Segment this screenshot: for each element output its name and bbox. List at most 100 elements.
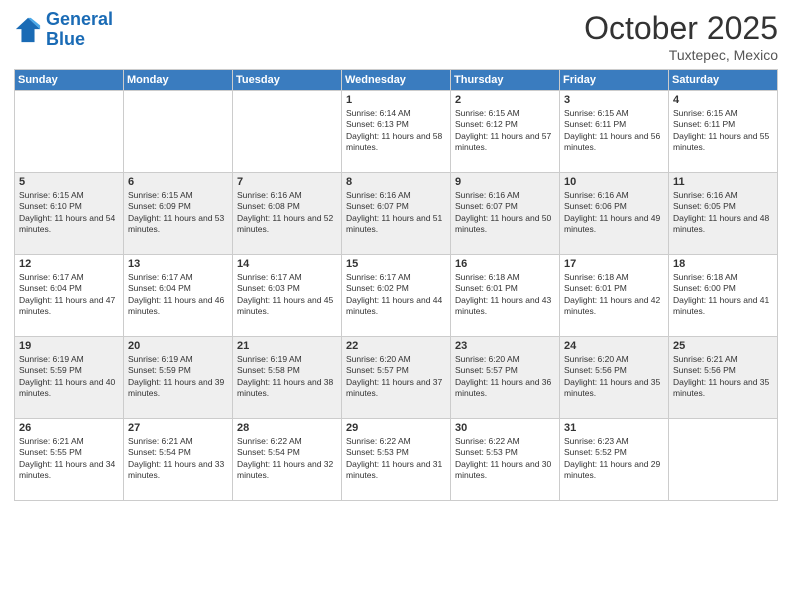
calendar-cell-1-6: 11 Sunrise: 6:16 AM Sunset: 6:05 PM Dayli… — [669, 173, 778, 255]
day-number: 6 — [128, 176, 228, 188]
week-row-2: 5Sunrise: 6:15 AM Sunset: 6:10 PM Daylig… — [15, 173, 778, 255]
day-number: 26 — [19, 422, 119, 434]
day-number: 20 — [128, 340, 228, 352]
location-subtitle: Tuxtepec, Mexico — [584, 47, 778, 63]
day-number: 11 — [673, 176, 773, 188]
calendar-cell-4-6 — [669, 419, 778, 501]
logo: General Blue — [14, 10, 113, 50]
calendar-cell-2-4: 16 Sunrise: 6:18 AM Sunset: 6:01 PM Dayli… — [451, 255, 560, 337]
calendar-cell-0-4: 2 Sunrise: 6:15 AM Sunset: 6:12 PM Daylig… — [451, 91, 560, 173]
day-number: 19 — [19, 340, 119, 352]
day-info: Sunrise: 6:18 AM Sunset: 6:01 PM Dayligh… — [455, 272, 555, 318]
day-info: Sunrise: 6:15 AM Sunset: 6:12 PM Dayligh… — [455, 108, 555, 154]
day-number: 13 — [128, 258, 228, 270]
day-number: 3 — [564, 94, 664, 106]
calendar-cell-1-1: 6 Sunrise: 6:15 AM Sunset: 6:09 PM Daylig… — [124, 173, 233, 255]
day-info: Sunrise: 6:16 AM Sunset: 6:08 PM Dayligh… — [237, 190, 337, 236]
week-row-1: 1 Sunrise: 6:14 AM Sunset: 6:13 PM Daylig… — [15, 91, 778, 173]
calendar-cell-4-4: 30 Sunrise: 6:22 AM Sunset: 5:53 PM Dayli… — [451, 419, 560, 501]
calendar-cell-2-2: 14 Sunrise: 6:17 AM Sunset: 6:03 PM Dayli… — [233, 255, 342, 337]
week-row-3: 12 Sunrise: 6:17 AM Sunset: 6:04 PM Dayli… — [15, 255, 778, 337]
calendar-cell-2-5: 17 Sunrise: 6:18 AM Sunset: 6:01 PM Dayli… — [560, 255, 669, 337]
calendar-cell-2-6: 18 Sunrise: 6:18 AM Sunset: 6:00 PM Dayli… — [669, 255, 778, 337]
calendar-cell-4-2: 28 Sunrise: 6:22 AM Sunset: 5:54 PM Dayli… — [233, 419, 342, 501]
day-number: 4 — [673, 94, 773, 106]
col-tuesday: Tuesday — [233, 70, 342, 91]
day-info: Sunrise: 6:17 AM Sunset: 6:03 PM Dayligh… — [237, 272, 337, 318]
day-number: 22 — [346, 340, 446, 352]
day-info: Sunrise: 6:20 AM Sunset: 5:57 PM Dayligh… — [455, 354, 555, 400]
day-info: Sunrise: 6:18 AM Sunset: 6:00 PM Dayligh… — [673, 272, 773, 318]
calendar-cell-3-5: 24Sunrise: 6:20 AM Sunset: 5:56 PM Dayli… — [560, 337, 669, 419]
day-number: 17 — [564, 258, 664, 270]
day-info: Sunrise: 6:15 AM Sunset: 6:11 PM Dayligh… — [673, 108, 773, 154]
calendar-cell-0-5: 3 Sunrise: 6:15 AM Sunset: 6:11 PM Daylig… — [560, 91, 669, 173]
day-number: 27 — [128, 422, 228, 434]
day-info: Sunrise: 6:15 AM Sunset: 6:09 PM Dayligh… — [128, 190, 228, 236]
day-info: Sunrise: 6:22 AM Sunset: 5:53 PM Dayligh… — [346, 436, 446, 482]
day-info: Sunrise: 6:15 AM Sunset: 6:11 PM Dayligh… — [564, 108, 664, 154]
day-number: 30 — [455, 422, 555, 434]
calendar-cell-1-2: 7 Sunrise: 6:16 AM Sunset: 6:08 PM Daylig… — [233, 173, 342, 255]
logo-icon — [14, 16, 42, 44]
calendar-cell-0-6: 4 Sunrise: 6:15 AM Sunset: 6:11 PM Daylig… — [669, 91, 778, 173]
day-number: 25 — [673, 340, 773, 352]
calendar-cell-0-3: 1 Sunrise: 6:14 AM Sunset: 6:13 PM Daylig… — [342, 91, 451, 173]
day-number: 1 — [346, 94, 446, 106]
day-number: 29 — [346, 422, 446, 434]
week-row-5: 26Sunrise: 6:21 AM Sunset: 5:55 PM Dayli… — [15, 419, 778, 501]
calendar-cell-1-4: 9 Sunrise: 6:16 AM Sunset: 6:07 PM Daylig… — [451, 173, 560, 255]
day-number: 2 — [455, 94, 555, 106]
day-number: 23 — [455, 340, 555, 352]
header: General Blue October 2025 Tuxtepec, Mexi… — [14, 10, 778, 63]
col-thursday: Thursday — [451, 70, 560, 91]
day-info: Sunrise: 6:14 AM Sunset: 6:13 PM Dayligh… — [346, 108, 446, 154]
day-number: 8 — [346, 176, 446, 188]
title-block: October 2025 Tuxtepec, Mexico — [584, 10, 778, 63]
calendar-cell-3-4: 23 Sunrise: 6:20 AM Sunset: 5:57 PM Dayli… — [451, 337, 560, 419]
calendar-cell-1-5: 10Sunrise: 6:16 AM Sunset: 6:06 PM Dayli… — [560, 173, 669, 255]
day-info: Sunrise: 6:17 AM Sunset: 6:04 PM Dayligh… — [19, 272, 119, 318]
day-number: 7 — [237, 176, 337, 188]
day-number: 16 — [455, 258, 555, 270]
col-sunday: Sunday — [15, 70, 124, 91]
day-info: Sunrise: 6:23 AM Sunset: 5:52 PM Dayligh… — [564, 436, 664, 482]
day-info: Sunrise: 6:15 AM Sunset: 6:10 PM Dayligh… — [19, 190, 119, 236]
day-number: 15 — [346, 258, 446, 270]
day-info: Sunrise: 6:17 AM Sunset: 6:04 PM Dayligh… — [128, 272, 228, 318]
calendar-cell-2-0: 12 Sunrise: 6:17 AM Sunset: 6:04 PM Dayli… — [15, 255, 124, 337]
day-info: Sunrise: 6:19 AM Sunset: 5:59 PM Dayligh… — [128, 354, 228, 400]
calendar-cell-1-0: 5Sunrise: 6:15 AM Sunset: 6:10 PM Daylig… — [15, 173, 124, 255]
calendar-cell-0-0 — [15, 91, 124, 173]
day-info: Sunrise: 6:16 AM Sunset: 6:07 PM Dayligh… — [346, 190, 446, 236]
calendar-cell-3-6: 25Sunrise: 6:21 AM Sunset: 5:56 PM Dayli… — [669, 337, 778, 419]
logo-text: General Blue — [46, 10, 113, 50]
calendar-cell-1-3: 8 Sunrise: 6:16 AM Sunset: 6:07 PM Daylig… — [342, 173, 451, 255]
calendar-cell-4-5: 31Sunrise: 6:23 AM Sunset: 5:52 PM Dayli… — [560, 419, 669, 501]
day-number: 9 — [455, 176, 555, 188]
day-info: Sunrise: 6:21 AM Sunset: 5:54 PM Dayligh… — [128, 436, 228, 482]
day-number: 28 — [237, 422, 337, 434]
col-monday: Monday — [124, 70, 233, 91]
day-number: 14 — [237, 258, 337, 270]
week-row-4: 19 Sunrise: 6:19 AM Sunset: 5:59 PM Dayli… — [15, 337, 778, 419]
calendar-cell-4-0: 26Sunrise: 6:21 AM Sunset: 5:55 PM Dayli… — [15, 419, 124, 501]
logo-line2: Blue — [46, 29, 85, 49]
calendar-cell-3-0: 19 Sunrise: 6:19 AM Sunset: 5:59 PM Dayli… — [15, 337, 124, 419]
day-number: 12 — [19, 258, 119, 270]
day-number: 10 — [564, 176, 664, 188]
day-info: Sunrise: 6:20 AM Sunset: 5:56 PM Dayligh… — [564, 354, 664, 400]
page: General Blue October 2025 Tuxtepec, Mexi… — [0, 0, 792, 612]
day-info: Sunrise: 6:22 AM Sunset: 5:54 PM Dayligh… — [237, 436, 337, 482]
day-number: 18 — [673, 258, 773, 270]
calendar-cell-4-3: 29 Sunrise: 6:22 AM Sunset: 5:53 PM Dayli… — [342, 419, 451, 501]
day-info: Sunrise: 6:16 AM Sunset: 6:05 PM Dayligh… — [673, 190, 773, 236]
col-friday: Friday — [560, 70, 669, 91]
day-info: Sunrise: 6:19 AM Sunset: 5:59 PM Dayligh… — [19, 354, 119, 400]
day-info: Sunrise: 6:22 AM Sunset: 5:53 PM Dayligh… — [455, 436, 555, 482]
col-saturday: Saturday — [669, 70, 778, 91]
day-info: Sunrise: 6:18 AM Sunset: 6:01 PM Dayligh… — [564, 272, 664, 318]
day-info: Sunrise: 6:16 AM Sunset: 6:07 PM Dayligh… — [455, 190, 555, 236]
day-info: Sunrise: 6:19 AM Sunset: 5:58 PM Dayligh… — [237, 354, 337, 400]
calendar-cell-3-1: 20 Sunrise: 6:19 AM Sunset: 5:59 PM Dayli… — [124, 337, 233, 419]
